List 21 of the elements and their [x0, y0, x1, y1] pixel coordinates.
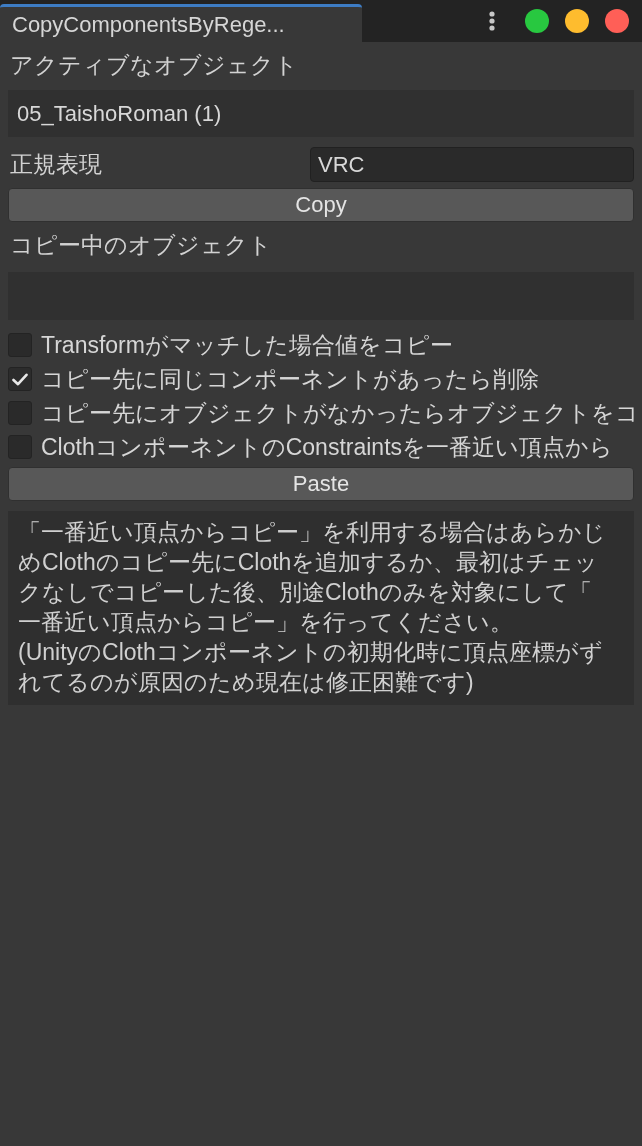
check-icon: [12, 372, 28, 386]
copy-button[interactable]: Copy: [8, 188, 634, 222]
help-text: 「一番近い頂点からコピー」を利用する場合はあらかじめClothのコピー先にClothを追加するか、最初はチェックなしでコピーした後、別途Clothのみを対象にして「一番近い頂点からコピー」を行ってください。: [18, 518, 607, 637]
window-tab[interactable]: CopyComponentsByRege...: [0, 4, 362, 42]
copying-object-label: コピー中のオブジェクト: [9, 231, 273, 260]
help-text: (UnityのClothコンポーネントの初期化時に頂点座標がずれてるのが原因のため現在は修正困難です): [18, 638, 604, 697]
paste-button[interactable]: Paste: [8, 467, 634, 501]
active-object-label: アクティブなオブジェクト: [9, 51, 299, 80]
kebab-menu-icon[interactable]: [489, 11, 495, 31]
checkbox[interactable]: [8, 367, 32, 391]
option-label: Transformがマッチした場合値をコピー: [41, 330, 453, 360]
option-label: コピー先にオブジェクトがなかったらオブジェクトをコ: [41, 398, 639, 428]
close-icon[interactable]: [605, 9, 629, 33]
option-label: コピー先に同じコンポーネントがあったら削除: [41, 364, 539, 394]
minimize-icon[interactable]: [565, 9, 589, 33]
tab-title: CopyComponentsByRege...: [12, 11, 285, 38]
regex-input[interactable]: VRC: [310, 147, 634, 182]
maximize-icon[interactable]: [525, 9, 549, 33]
regex-label: 正規表現: [9, 150, 103, 179]
active-object-field: 05_TaishoRoman (1): [8, 90, 634, 137]
option-label: ClothコンポーネントのConstraintsを一番近い頂点から: [41, 432, 614, 462]
